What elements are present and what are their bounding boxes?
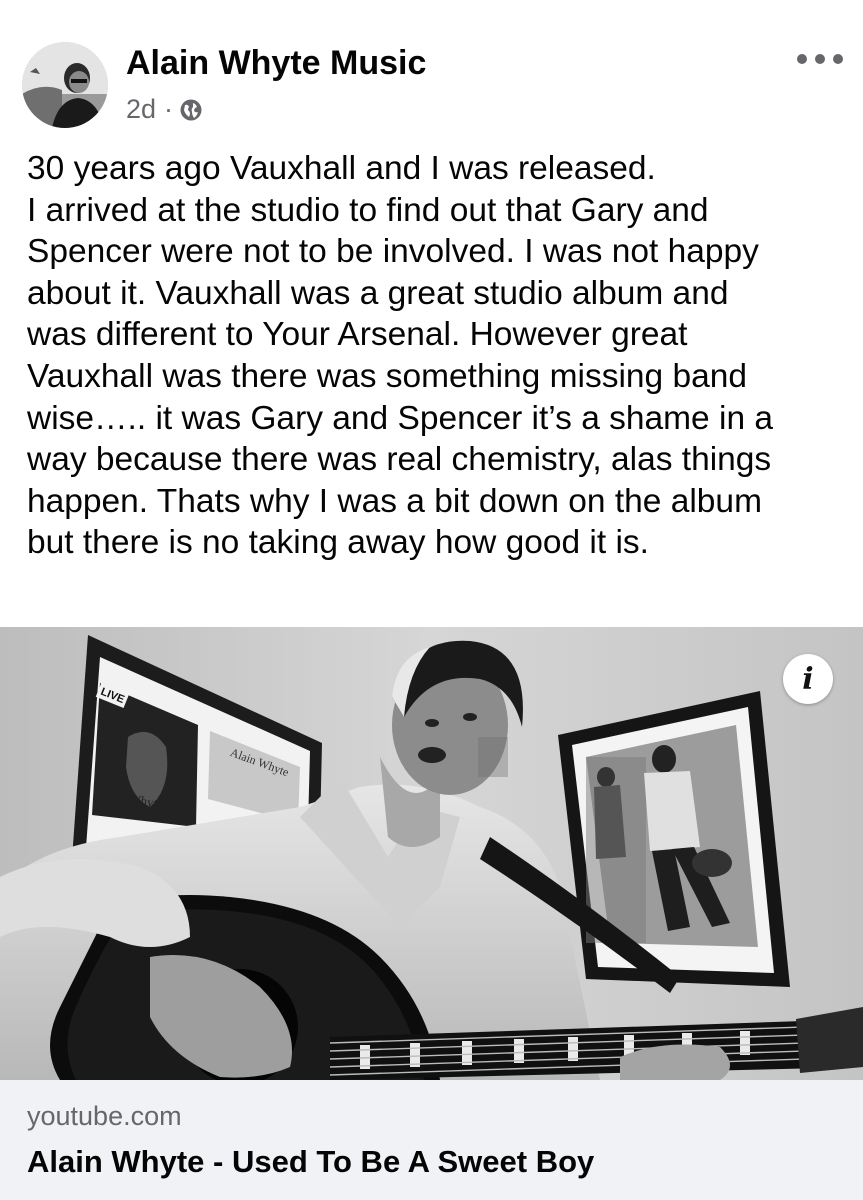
post-text-line: was different to Your Arsenal. However g… [27,316,688,354]
post-text-line: way because there was real chemistry, al… [27,441,772,479]
post-text-line: Spencer were not to be involved. I was n… [27,233,759,271]
post-text-line: but there is no taking away how good it … [27,524,649,562]
link-preview[interactable]: youtube.com Alain Whyte - Used To Be A S… [0,1080,863,1200]
post-text-line: Vauxhall was there was something missing… [27,357,748,395]
avatar-image [22,42,108,128]
meta-separator: · [164,94,174,124]
post-text-line: happen. Thats why I was a bit down on th… [27,482,762,520]
more-dot [815,54,825,64]
more-options-icon[interactable] [797,46,843,72]
right-framed-photo [558,691,790,987]
post-text-line: wise….. it was Gary and Spencer it’s a s… [27,399,774,437]
post-timestamp[interactable]: 2d [126,94,156,125]
avatar[interactable] [22,42,108,128]
post-text-line: I arrived at the studio to find out that… [27,191,709,229]
post-meta: 2d · [126,94,203,125]
post-text-line: about it. Vauxhall was a great studio al… [27,274,729,312]
author-name[interactable]: Alain Whyte Music [126,44,426,83]
info-icon[interactable]: i [783,654,833,704]
globe-icon[interactable] [179,98,203,122]
post-text: 30 years ago Vauxhall and I was released… [27,148,842,564]
post-text-line: 30 years ago Vauxhall and I was released… [27,150,656,187]
man-head [392,640,523,795]
facebook-post: Alain Whyte Music 2d · 30 years ago Vaux… [0,0,863,1200]
link-title[interactable]: Alain Whyte - Used To Be A Sweet Boy [27,1144,594,1180]
more-dot [797,54,807,64]
link-domain: youtube.com [27,1101,182,1131]
video-thumbnail[interactable]: LIVE Alain Whyte Alain Whyte [0,627,863,1080]
more-dot [833,54,843,64]
post-header: Alain Whyte Music 2d · [0,0,863,140]
